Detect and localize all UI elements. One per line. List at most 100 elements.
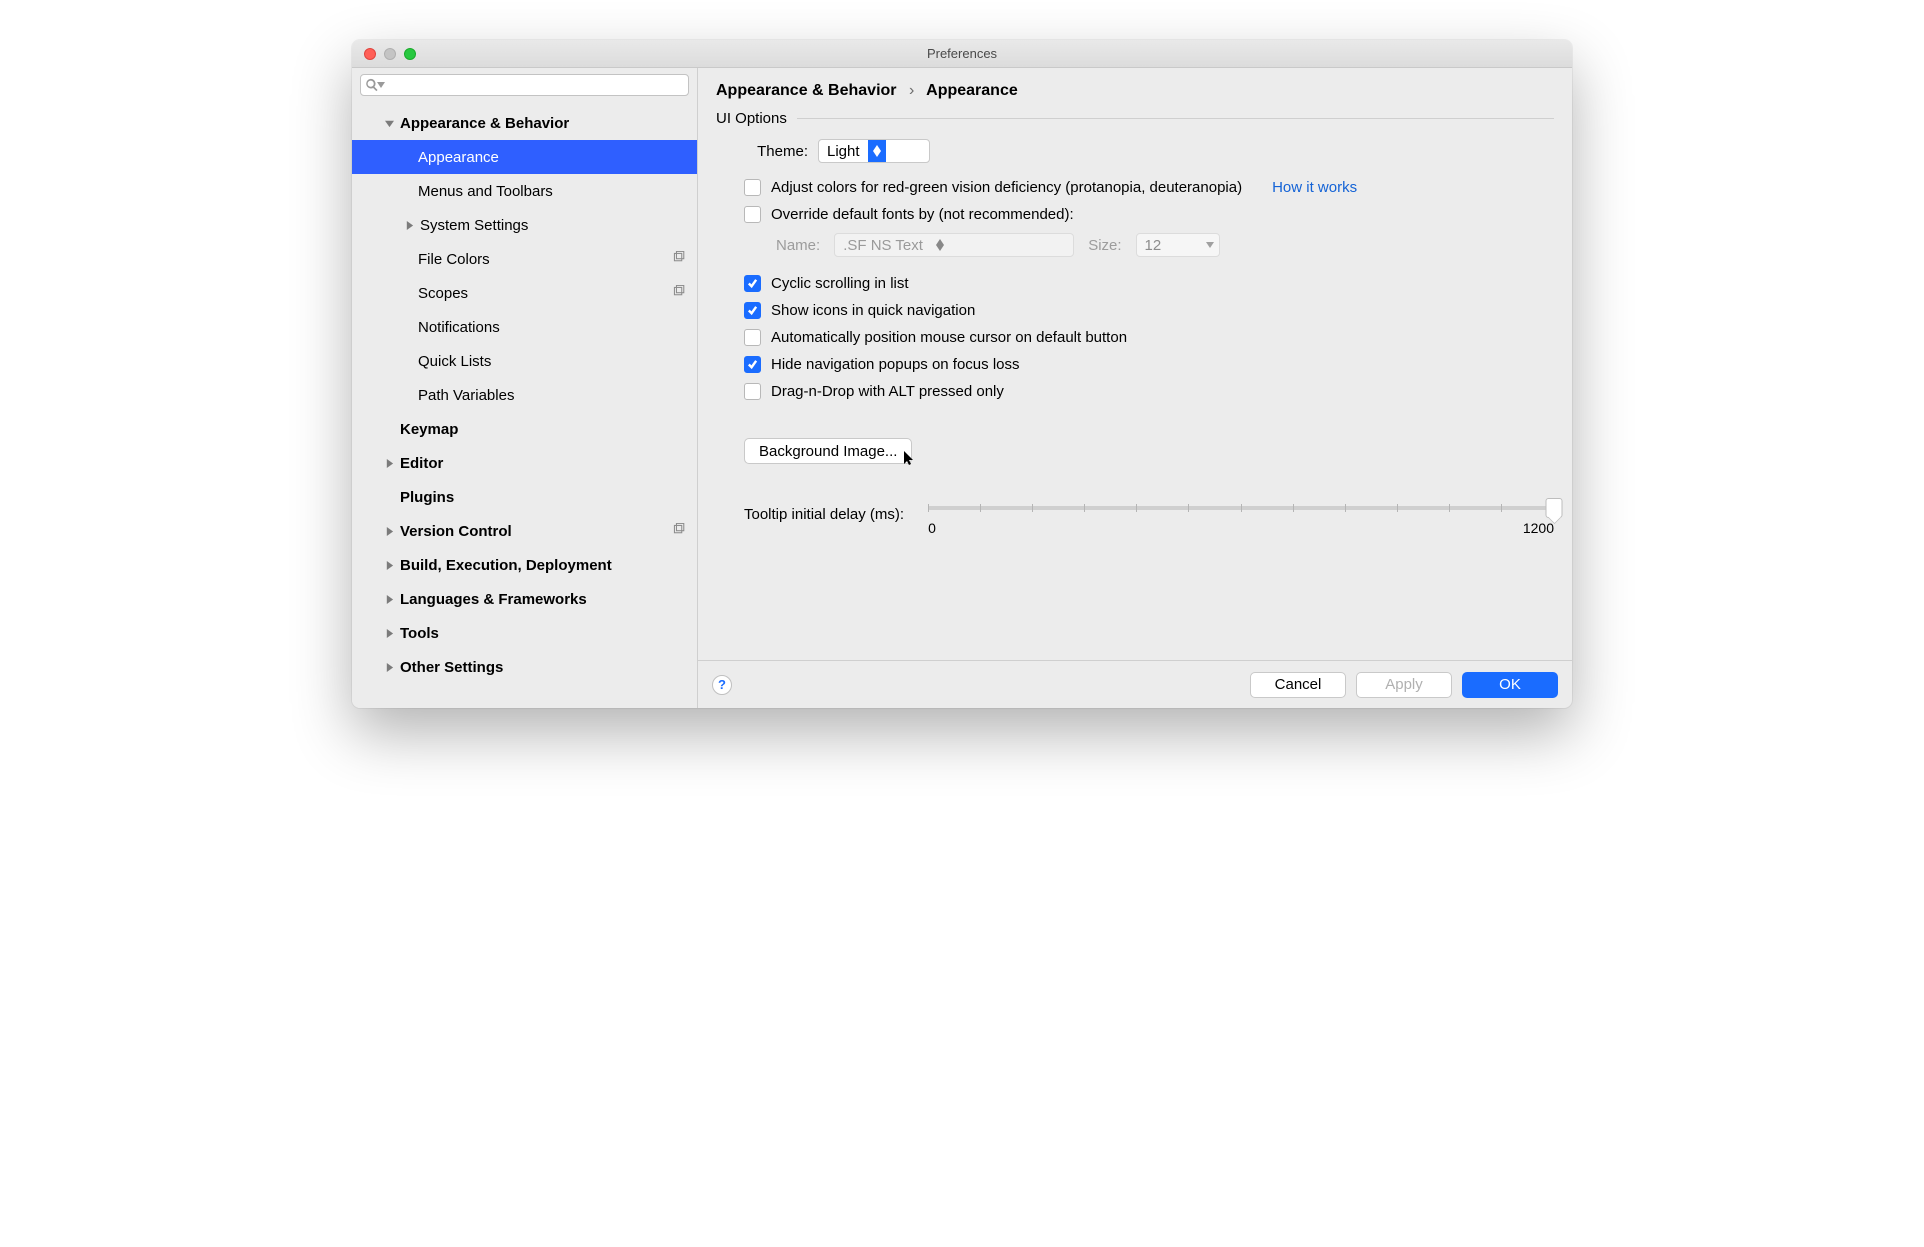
main-panel: Appearance & Behavior › Appearance UI Op… bbox=[698, 68, 1572, 708]
sidebar-item-scopes[interactable]: Scopes bbox=[352, 276, 697, 310]
checkbox-label: Override default fonts by (not recommend… bbox=[771, 206, 1074, 223]
sidebar-item-keymap[interactable]: Keymap bbox=[352, 412, 697, 446]
slider-thumb[interactable] bbox=[1546, 498, 1563, 518]
sidebar-item-file-colors[interactable]: File Colors bbox=[352, 242, 697, 276]
sidebar-item-appearance-behavior[interactable]: Appearance & Behavior bbox=[352, 106, 697, 140]
chevron-down-icon bbox=[382, 119, 396, 128]
close-window-button[interactable] bbox=[364, 48, 376, 60]
sidebar-item-path-variables[interactable]: Path Variables bbox=[352, 378, 697, 412]
breadcrumb-leaf: Appearance bbox=[926, 82, 1018, 99]
font-name-select[interactable]: .SF NS Text bbox=[834, 233, 1074, 257]
sidebar-item-label: Appearance & Behavior bbox=[400, 115, 569, 132]
section-ui-options: UI Options bbox=[716, 110, 1554, 127]
theme-label: Theme: bbox=[744, 143, 808, 160]
cancel-button[interactable]: Cancel bbox=[1250, 672, 1346, 698]
sidebar-item-tools[interactable]: Tools bbox=[352, 616, 697, 650]
chevron-right-icon bbox=[382, 527, 396, 536]
sidebar-item-other-settings[interactable]: Other Settings bbox=[352, 650, 697, 684]
sidebar-item-build-execution[interactable]: Build, Execution, Deployment bbox=[352, 548, 697, 582]
sidebar-item-version-control[interactable]: Version Control bbox=[352, 514, 697, 548]
minimize-window-button[interactable] bbox=[384, 48, 396, 60]
window-title: Preferences bbox=[352, 46, 1572, 61]
sidebar: Appearance & Behavior Appearance Menus a… bbox=[352, 68, 698, 708]
cursor-icon bbox=[902, 450, 918, 470]
sidebar-item-label: Build, Execution, Deployment bbox=[400, 557, 612, 574]
chevron-right-icon bbox=[382, 595, 396, 604]
sidebar-item-label: Keymap bbox=[400, 421, 458, 438]
dialog-footer: ? Cancel Apply OK bbox=[698, 660, 1572, 708]
sidebar-item-label: Path Variables bbox=[418, 387, 514, 404]
button-label: Apply bbox=[1385, 676, 1423, 693]
checkbox-override-fonts[interactable] bbox=[744, 206, 761, 223]
checkbox-label: Adjust colors for red-green vision defic… bbox=[771, 179, 1242, 196]
font-name-value: .SF NS Text bbox=[843, 237, 923, 254]
font-size-label: Size: bbox=[1088, 237, 1121, 254]
sidebar-item-languages-frameworks[interactable]: Languages & Frameworks bbox=[352, 582, 697, 616]
button-label: Background Image... bbox=[759, 443, 897, 460]
sidebar-item-label: Plugins bbox=[400, 489, 454, 506]
sidebar-item-system-settings[interactable]: System Settings bbox=[352, 208, 697, 242]
divider bbox=[797, 118, 1554, 119]
slider-min: 0 bbox=[928, 520, 936, 536]
checkbox-auto-mouse[interactable] bbox=[744, 329, 761, 346]
sidebar-item-label: Tools bbox=[400, 625, 439, 642]
sidebar-item-editor[interactable]: Editor bbox=[352, 446, 697, 480]
tooltip-delay-label: Tooltip initial delay (ms): bbox=[744, 500, 904, 523]
select-arrows-icon bbox=[868, 140, 886, 162]
sidebar-item-label: Quick Lists bbox=[418, 353, 491, 370]
sidebar-item-label: System Settings bbox=[420, 217, 528, 234]
sidebar-item-label: Notifications bbox=[418, 319, 500, 336]
chevron-right-icon bbox=[402, 221, 416, 230]
zoom-window-button[interactable] bbox=[404, 48, 416, 60]
how-it-works-link[interactable]: How it works bbox=[1272, 179, 1357, 196]
sidebar-item-menus-toolbars[interactable]: Menus and Toolbars bbox=[352, 174, 697, 208]
sidebar-item-label: File Colors bbox=[418, 251, 490, 268]
apply-button[interactable]: Apply bbox=[1356, 672, 1452, 698]
checkbox-label: Cyclic scrolling in list bbox=[771, 275, 909, 292]
sidebar-item-label: Editor bbox=[400, 455, 443, 472]
sidebar-item-label: Menus and Toolbars bbox=[418, 183, 553, 200]
background-image-button[interactable]: Background Image... bbox=[744, 438, 912, 464]
chevron-right-icon bbox=[382, 459, 396, 468]
search-input[interactable] bbox=[360, 74, 689, 96]
font-size-input[interactable]: 12 bbox=[1136, 233, 1220, 257]
titlebar: Preferences bbox=[352, 40, 1572, 68]
font-name-label: Name: bbox=[776, 237, 820, 254]
ok-button[interactable]: OK bbox=[1462, 672, 1558, 698]
button-label: Cancel bbox=[1275, 676, 1322, 693]
theme-value: Light bbox=[827, 143, 860, 160]
settings-tree: Appearance & Behavior Appearance Menus a… bbox=[352, 102, 697, 708]
checkbox-label: Automatically position mouse cursor on d… bbox=[771, 329, 1127, 346]
checkbox-cyclic-scrolling[interactable] bbox=[744, 275, 761, 292]
checkbox-label: Hide navigation popups on focus loss bbox=[771, 356, 1020, 373]
checkbox-label: Show icons in quick navigation bbox=[771, 302, 975, 319]
tooltip-delay-slider[interactable]: 0 1200 bbox=[928, 500, 1554, 536]
sidebar-item-label: Scopes bbox=[418, 285, 468, 302]
checkbox-adjust-colors[interactable] bbox=[744, 179, 761, 196]
checkbox-drag-alt[interactable] bbox=[744, 383, 761, 400]
button-label: OK bbox=[1499, 676, 1521, 693]
chevron-right-icon bbox=[382, 561, 396, 570]
sidebar-item-appearance[interactable]: Appearance bbox=[352, 140, 697, 174]
sidebar-item-label: Other Settings bbox=[400, 659, 503, 676]
share-icon bbox=[672, 285, 685, 302]
help-button[interactable]: ? bbox=[712, 675, 732, 695]
preferences-window: Preferences Appearance & Behavior Appear… bbox=[352, 40, 1572, 708]
sidebar-item-label: Appearance bbox=[418, 149, 499, 166]
breadcrumb: Appearance & Behavior › Appearance bbox=[698, 68, 1572, 110]
sidebar-item-notifications[interactable]: Notifications bbox=[352, 310, 697, 344]
share-icon bbox=[672, 523, 685, 540]
sidebar-item-label: Languages & Frameworks bbox=[400, 591, 587, 608]
checkbox-hide-navigation[interactable] bbox=[744, 356, 761, 373]
share-icon bbox=[672, 251, 685, 268]
checkbox-label: Drag-n-Drop with ALT pressed only bbox=[771, 383, 1004, 400]
section-label: UI Options bbox=[716, 110, 787, 127]
checkbox-show-icons[interactable] bbox=[744, 302, 761, 319]
sidebar-item-label: Version Control bbox=[400, 523, 512, 540]
sidebar-item-plugins[interactable]: Plugins bbox=[352, 480, 697, 514]
select-arrows-icon bbox=[931, 234, 949, 256]
chevron-right-icon bbox=[382, 629, 396, 638]
breadcrumb-root: Appearance & Behavior bbox=[716, 82, 897, 99]
sidebar-item-quick-lists[interactable]: Quick Lists bbox=[352, 344, 697, 378]
theme-select[interactable]: Light bbox=[818, 139, 930, 163]
